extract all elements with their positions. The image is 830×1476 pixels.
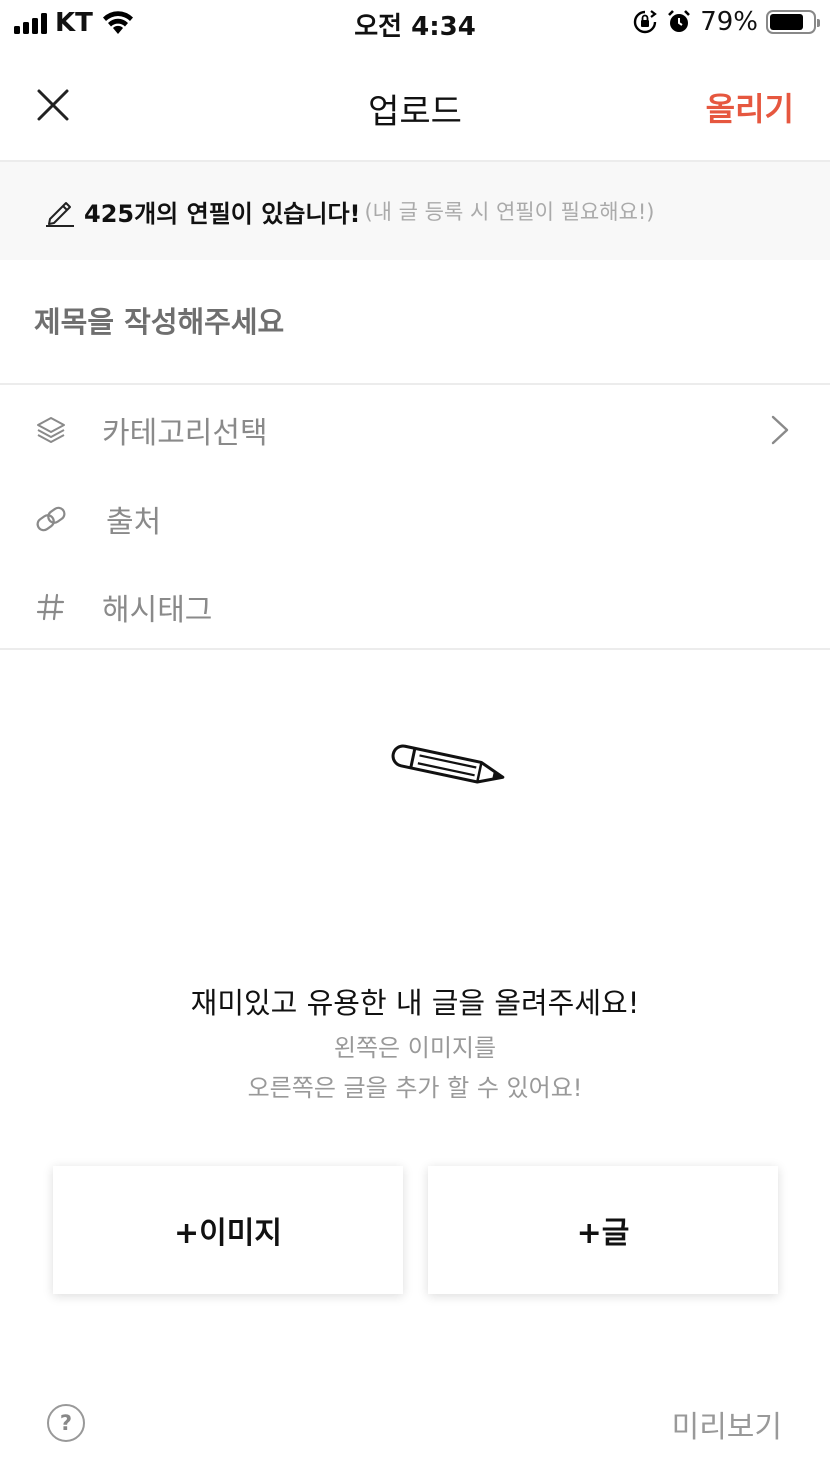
help-icon[interactable]: ? xyxy=(47,1404,85,1442)
submit-button[interactable]: 올리기 xyxy=(706,84,794,130)
empty-state-line2: 오른쪽은 글을 추가 할 수 있어요! xyxy=(247,1074,583,1102)
header: 업로드 올리기 xyxy=(0,58,830,158)
rotation-lock-icon xyxy=(634,10,658,34)
chevron-right-icon xyxy=(771,415,789,445)
pencil-notice: 425개의 연필이 있습니다! (내 글 등록 시 연필이 필요해요!) xyxy=(0,162,830,260)
battery-percent: 79% xyxy=(700,7,758,37)
status-right: 79% xyxy=(632,6,820,38)
source-label: 출처 xyxy=(106,505,162,540)
battery-icon xyxy=(766,10,820,34)
title-divider xyxy=(0,383,830,385)
alarm-icon xyxy=(668,10,691,32)
category-select-row[interactable]: 카테고리선택 xyxy=(0,386,830,474)
pencil-notice-sub: (내 글 등록 시 연필이 필요해요!) xyxy=(364,200,655,224)
title-input[interactable] xyxy=(34,280,794,364)
close-icon xyxy=(37,89,69,121)
link-icon xyxy=(34,502,68,536)
layers-icon xyxy=(34,413,68,447)
pencil-count-text: 425개의 연필이 있습니다! xyxy=(84,199,361,228)
empty-state-line1: 왼쪽은 이미지를 xyxy=(333,1034,497,1062)
hashtag-icon xyxy=(34,590,68,624)
empty-state-title: 재미있고 유용한 내 글을 올려주세요! xyxy=(190,986,640,1020)
status-bar: KT 오전 4:34 79% xyxy=(0,0,830,46)
category-label: 카테고리선택 xyxy=(102,416,268,451)
options-divider xyxy=(0,648,830,650)
hashtag-label: 해시태그 xyxy=(102,593,213,628)
source-row[interactable]: 출처 xyxy=(0,475,830,563)
add-text-button[interactable]: +글 xyxy=(428,1166,778,1294)
pencil-illustration xyxy=(391,744,505,784)
hashtag-row[interactable]: 해시태그 xyxy=(0,563,830,651)
add-image-button[interactable]: +이미지 xyxy=(53,1166,403,1294)
pencil-icon xyxy=(46,202,74,227)
close-button[interactable] xyxy=(30,82,76,128)
preview-button[interactable]: 미리보기 xyxy=(672,1402,782,1446)
